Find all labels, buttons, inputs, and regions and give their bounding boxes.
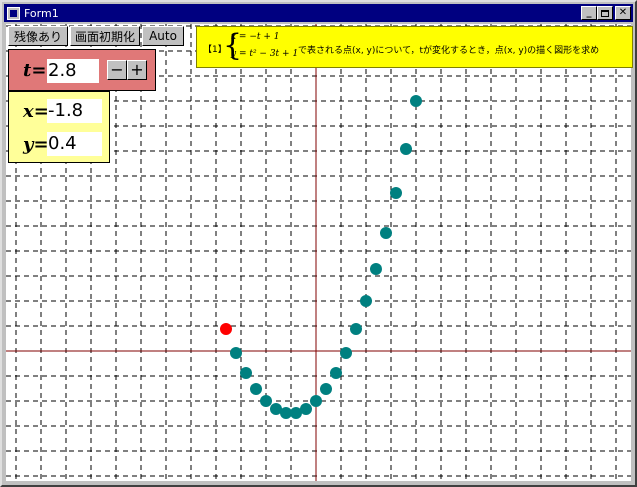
coordinate-panel: x= -1.8 y= 0.4 bbox=[8, 91, 110, 163]
t-value-field[interactable]: 2.8 bbox=[47, 59, 99, 83]
trail-point bbox=[310, 395, 322, 407]
trail-point bbox=[320, 383, 332, 395]
trail-point bbox=[250, 383, 262, 395]
y-label: y= bbox=[23, 134, 49, 155]
minimize-icon: _ bbox=[586, 7, 592, 18]
minimize-button[interactable]: _ bbox=[581, 6, 597, 20]
problem-statement: 【1】 { x = −t + 1 y = t² − 3t + 1 で表される点(… bbox=[196, 26, 633, 68]
equation-x: x = −t + 1 bbox=[231, 32, 280, 42]
auto-button[interactable]: Auto bbox=[142, 26, 184, 46]
parameter-panel: t= 2.8 − + bbox=[8, 49, 156, 91]
trail-point bbox=[230, 347, 242, 359]
trail-point bbox=[410, 95, 422, 107]
maximize-button[interactable] bbox=[597, 6, 613, 20]
trail-point bbox=[370, 263, 382, 275]
close-icon: ✕ bbox=[618, 7, 628, 18]
x-label: x= bbox=[23, 101, 49, 122]
current-point bbox=[220, 323, 232, 335]
t-decrement-button[interactable]: − bbox=[107, 60, 127, 80]
trace-button[interactable]: 残像あり bbox=[8, 26, 68, 46]
window-title: Form1 bbox=[24, 6, 59, 20]
trail-point bbox=[330, 367, 342, 379]
trail-point bbox=[270, 403, 282, 415]
title-bar[interactable]: Form1 _ ✕ bbox=[4, 4, 633, 22]
trail-point bbox=[260, 395, 272, 407]
form-window: Form1 _ ✕ 残像あり 画面初期化 Auto 【1】 { x = −t +… bbox=[0, 0, 637, 487]
trail-point bbox=[390, 187, 402, 199]
t-label: t= bbox=[23, 60, 47, 81]
trail-point bbox=[240, 367, 252, 379]
equation-y: y = t² − 3t + 1 bbox=[231, 49, 299, 59]
y-value-field: 0.4 bbox=[47, 132, 102, 156]
app-icon bbox=[7, 6, 20, 20]
close-button[interactable]: ✕ bbox=[615, 6, 631, 20]
trail-point bbox=[350, 323, 362, 335]
trail-point bbox=[400, 143, 412, 155]
x-value-field: -1.8 bbox=[47, 99, 102, 123]
window-controls: _ ✕ bbox=[581, 6, 631, 20]
maximize-icon bbox=[601, 9, 609, 17]
trail-point bbox=[360, 295, 372, 307]
reset-button[interactable]: 画面初期化 bbox=[70, 26, 140, 46]
trail-point bbox=[340, 347, 352, 359]
problem-text: で表される点(x, y)について，tが変化するとき，点(x, y)の描く図形を求… bbox=[298, 46, 600, 56]
t-increment-button[interactable]: + bbox=[127, 60, 147, 80]
trail-point bbox=[380, 227, 392, 239]
